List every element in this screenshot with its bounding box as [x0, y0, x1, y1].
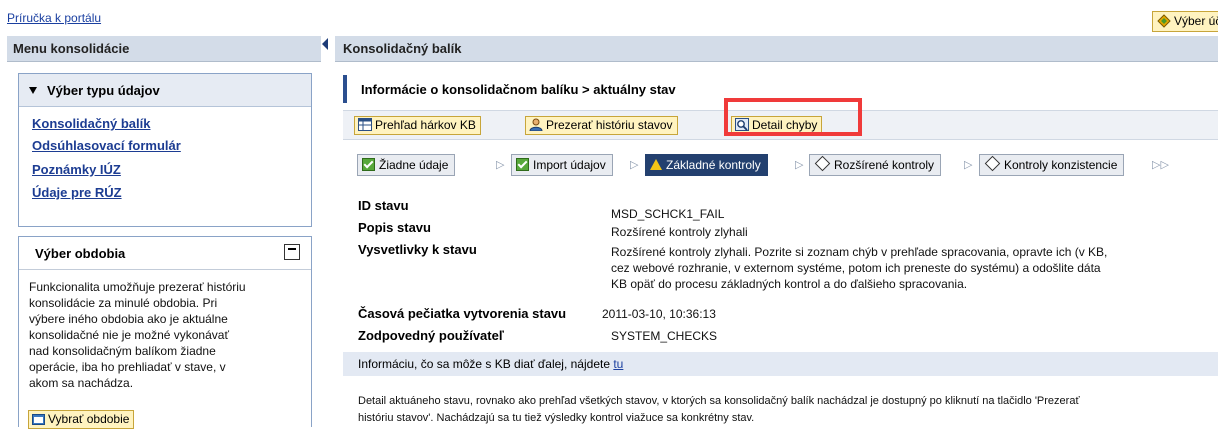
collapse-panel-icon[interactable] [322, 38, 328, 50]
footer-note: Detail aktuáneho stavu, rovnako ako preh… [358, 393, 1218, 427]
state-id-label: ID stavu [358, 198, 409, 213]
select-period-label: Vybrať obdobie [48, 412, 130, 426]
data-type-header[interactable]: Výber typu údajov [19, 74, 311, 107]
expand-triangle-icon [29, 87, 37, 94]
sheet-overview-button[interactable]: Prehľad hárkov KB [354, 116, 481, 135]
left-panel-header: Menu konsolidácie [7, 36, 321, 62]
state-desc-label: Popis stavu [358, 220, 431, 235]
state-expl-label: Vysvetlivky k stavu [358, 242, 477, 257]
next-steps-bar: Informáciu, čo sa môže s KB diať ďalej, … [343, 352, 1218, 376]
step-label: Import údajov [533, 158, 606, 172]
period-desc-line: Funkcionalita umožňuje prezerať históriu [29, 280, 246, 294]
sheet-overview-label: Prehľad hárkov KB [375, 118, 476, 132]
period-desc-line: nad konsolidačným balíkom žiadne [29, 344, 216, 358]
period-desc-line: akom sa nachádza. [29, 376, 134, 390]
nav-link-iuz-notes[interactable]: Poznámky IÚZ [32, 162, 121, 177]
data-type-title: Výber typu údajov [47, 83, 160, 98]
flow-arrow-icon: ▷▷ [1152, 159, 1169, 171]
table-icon [358, 118, 372, 131]
period-desc-line: operácie, iba ho prehliadať v stave, v [29, 360, 226, 374]
state-desc-value: Rozšírené kontroly zlyhali [611, 225, 748, 239]
account-icon [1157, 14, 1171, 28]
flow-arrow-icon: ▷ [630, 159, 639, 171]
period-desc-line: konsolidácie za minulé obdobia. Pri [29, 296, 218, 310]
view-history-button[interactable]: Prezerať históriu stavov [525, 116, 678, 135]
top-bar: Príručka k portálu Výber účt [0, 0, 1218, 36]
nav-link-reconciliation-form[interactable]: Odsúhlasovací formulár [32, 138, 181, 153]
timestamp-value: 2011-03-10, 10:36:13 [602, 307, 716, 321]
period-title: Výber obdobia [35, 246, 126, 261]
pending-diamond-icon [984, 155, 1001, 172]
highlight-box [724, 98, 862, 136]
nav-link-ruz-data[interactable]: Údaje pre RÚZ [32, 185, 122, 200]
checkbox-checked-icon [362, 158, 375, 171]
period-header: Výber obdobia [19, 237, 311, 270]
period-desc-line: výbere iného obdobia ako je aktuálne [29, 312, 228, 326]
flow-arrow-icon: ▷ [964, 159, 973, 171]
left-panel-title: Menu konsolidácie [13, 41, 130, 56]
footer-line: históriu stavov'. Nachádzajú sa tu tiež … [358, 412, 755, 424]
next-steps-link[interactable]: tu [613, 357, 623, 371]
flow-arrow-icon: ▷ [795, 159, 804, 171]
step-consistency-checks: Kontroly konzistencie [979, 154, 1125, 176]
select-period-button[interactable]: Vybrať obdobie [28, 410, 135, 429]
step-label: Kontroly konzistencie [1004, 158, 1118, 172]
period-icon [32, 414, 45, 425]
period-description: Funkcionalita umožňuje prezerať históriu… [29, 279, 305, 391]
responsible-user-label: Zodpovedný používateľ [358, 328, 504, 343]
pending-diamond-icon [814, 155, 831, 172]
footer-line: Detail aktuáneho stavu, rovnako ako preh… [358, 395, 1080, 407]
portal-guide-link[interactable]: Príručka k portálu [7, 11, 101, 25]
info-title: Informácie o konsolidačnom balíku > aktu… [361, 82, 676, 97]
responsible-user-value: SYSTEM_CHECKS [611, 329, 718, 343]
next-steps-label: Informáciu, čo sa môže s KB diať ďalej, … [358, 357, 614, 371]
period-desc-line: konsolidačné nie je možné vykonávať [29, 328, 229, 342]
step-extended-checks: Rozšírené kontroly [809, 154, 942, 176]
checkbox-checked-icon [516, 158, 529, 171]
step-label: Žiadne údaje [379, 158, 449, 172]
account-select-button[interactable]: Výber účt [1152, 11, 1218, 32]
expl-line: Rozšírené kontroly zlyhali. Pozrite si z… [611, 245, 1108, 259]
view-history-label: Prezerať históriu stavov [546, 118, 673, 132]
state-id-value: MSD_SCHCK1_FAIL [611, 207, 725, 221]
next-steps-text: Informáciu, čo sa môže s KB diať ďalej, … [358, 357, 623, 371]
state-expl-value: Rozšírené kontroly zlyhali. Pozrite si z… [611, 244, 1211, 292]
minimize-icon[interactable] [284, 244, 300, 260]
right-panel-title: Konsolidačný balík [343, 41, 462, 56]
step-label: Základné kontroly [666, 158, 761, 172]
data-type-section: Výber typu údajov Konsolidačný balík Ods… [18, 73, 312, 227]
step-label: Rozšírené kontroly [834, 158, 935, 172]
expl-line: cez webové rozhranie, v externom systéme… [611, 261, 1101, 275]
warning-icon [650, 159, 662, 170]
user-history-icon [529, 118, 543, 131]
step-basic-checks: Základné kontroly [645, 154, 768, 176]
expl-line: KB opäť do procesu základných kontrol a … [611, 277, 968, 291]
right-panel-header: Konsolidačný balík [335, 36, 1218, 62]
step-no-data: Žiadne údaje [357, 154, 456, 176]
step-data-import: Import údajov [511, 154, 613, 176]
flow-arrow-icon: ▷ [496, 159, 505, 171]
period-section: Výber obdobia Funkcionalita umožňuje pre… [18, 236, 312, 429]
timestamp-label: Časová pečiatka vytvorenia stavu [358, 306, 567, 321]
account-select-label: Výber účt [1174, 14, 1218, 28]
nav-link-consolidation-package[interactable]: Konsolidačný balík [32, 116, 150, 131]
